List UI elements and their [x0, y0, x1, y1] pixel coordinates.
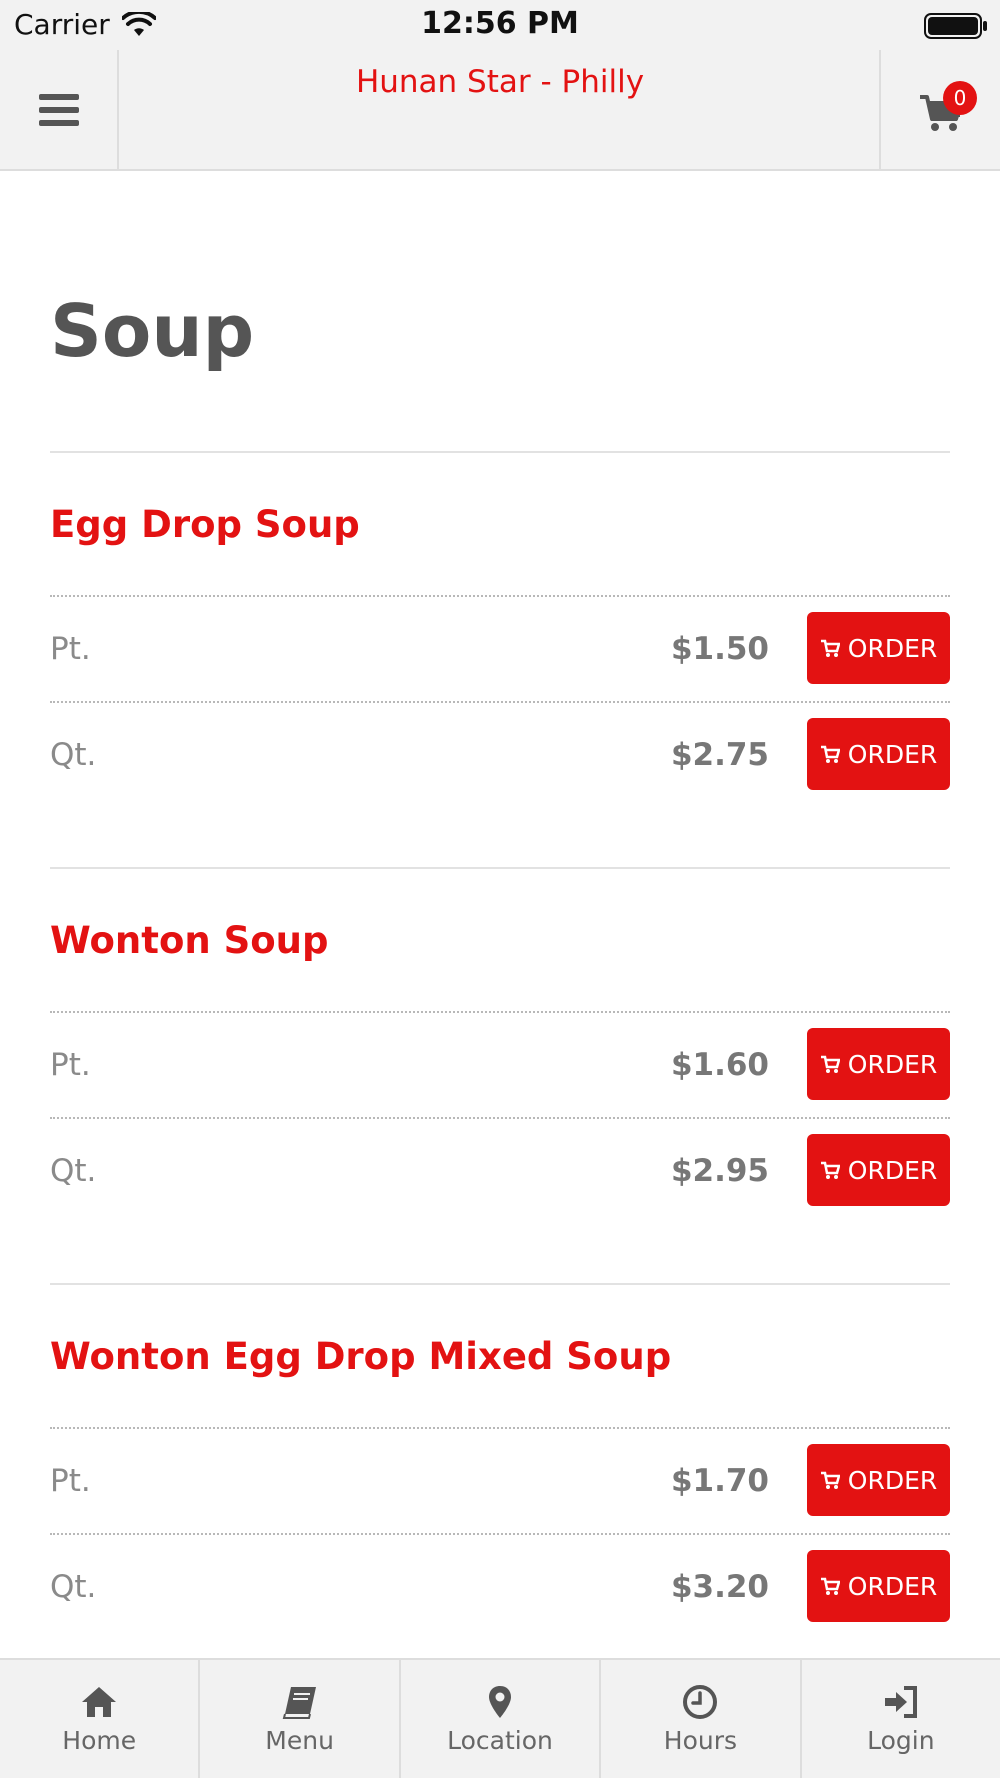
order-button-label: ORDER	[847, 633, 938, 663]
status-bar: Carrier 12:56 PM	[0, 0, 1000, 50]
sign-in-icon	[884, 1685, 917, 1718]
battery-icon	[924, 13, 987, 39]
clock-time: 12:56 PM	[421, 6, 579, 41]
tab-home[interactable]: Home	[0, 1660, 201, 1778]
item-name: Egg Drop Soup	[50, 503, 360, 546]
restaurant-title[interactable]: Hunan Star - Philly	[121, 64, 879, 100]
order-button-label: ORDER	[847, 1571, 938, 1601]
cart-icon	[820, 1471, 840, 1489]
order-button-label: ORDER	[847, 1155, 938, 1185]
order-button-label: ORDER	[847, 739, 938, 769]
price-value: $3.20	[670, 1569, 769, 1605]
tab-label: Login	[867, 1725, 935, 1755]
order-button[interactable]: ORDER	[807, 1444, 950, 1516]
price-row: Pt. $1.60 ORDER	[50, 1011, 950, 1117]
size-label: Qt.	[50, 1569, 97, 1605]
map-marker-icon	[489, 1685, 512, 1718]
price-row: Pt. $1.50 ORDER	[50, 595, 950, 701]
menu-item: Wonton Egg Drop Mixed Soup Pt. $1.70 ORD…	[50, 1283, 950, 1639]
size-label: Qt.	[50, 737, 97, 773]
item-name: Wonton Egg Drop Mixed Soup	[50, 1335, 672, 1378]
menu-button[interactable]	[0, 50, 119, 169]
price-row: Qt. $2.75 ORDER	[50, 701, 950, 807]
tab-label: Menu	[265, 1725, 334, 1755]
tab-location[interactable]: Location	[401, 1660, 602, 1778]
cart-icon	[820, 1055, 840, 1073]
cart-count-badge: 0	[943, 81, 977, 115]
price-row: Qt. $2.95 ORDER	[50, 1117, 950, 1223]
price-value: $1.50	[670, 631, 769, 667]
price-value: $2.75	[670, 737, 769, 773]
price-value: $1.60	[670, 1047, 769, 1083]
top-navbar: Hunan Star - Philly 0	[0, 50, 1000, 171]
order-button[interactable]: ORDER	[807, 1028, 950, 1100]
tab-label: Hours	[663, 1725, 738, 1755]
price-row: Qt. $3.20 ORDER	[50, 1533, 950, 1639]
size-label: Pt.	[50, 1463, 91, 1499]
menu-content: Soup Egg Drop Soup Pt. $1.50 ORDER Qt. $…	[50, 171, 950, 1639]
tab-hours[interactable]: Hours	[601, 1660, 802, 1778]
page-title: Soup	[50, 289, 255, 373]
order-button-label: ORDER	[847, 1049, 938, 1079]
tab-login[interactable]: Login	[802, 1660, 1000, 1778]
price-row: Pt. $1.70 ORDER	[50, 1427, 950, 1533]
tab-label: Location	[447, 1725, 553, 1755]
tab-menu[interactable]: Menu	[200, 1660, 401, 1778]
cart-icon	[820, 1161, 840, 1179]
order-button[interactable]: ORDER	[807, 612, 950, 684]
order-button[interactable]: ORDER	[807, 1550, 950, 1622]
cart-icon	[820, 1577, 840, 1595]
menu-item: Wonton Soup Pt. $1.60 ORDER Qt. $2.95 OR…	[50, 867, 950, 1283]
home-icon	[82, 1686, 117, 1717]
cart-icon	[820, 745, 840, 763]
tab-label: Home	[62, 1725, 137, 1755]
order-button-label: ORDER	[847, 1465, 938, 1495]
order-button[interactable]: ORDER	[807, 718, 950, 790]
menu-item: Egg Drop Soup Pt. $1.50 ORDER Qt. $2.75 …	[50, 451, 950, 867]
size-label: Pt.	[50, 1047, 91, 1083]
size-label: Qt.	[50, 1153, 97, 1189]
size-label: Pt.	[50, 631, 91, 667]
bottom-tab-bar: Home Menu Location Hours Login	[0, 1658, 1000, 1778]
cart-icon	[820, 639, 840, 657]
clock-icon	[683, 1684, 718, 1719]
book-icon	[282, 1686, 316, 1719]
price-value: $2.95	[670, 1153, 769, 1189]
price-value: $1.70	[670, 1463, 769, 1499]
item-name: Wonton Soup	[50, 919, 329, 962]
order-button[interactable]: ORDER	[807, 1134, 950, 1206]
cart-button[interactable]: 0	[879, 50, 1000, 169]
hamburger-icon	[38, 93, 79, 126]
